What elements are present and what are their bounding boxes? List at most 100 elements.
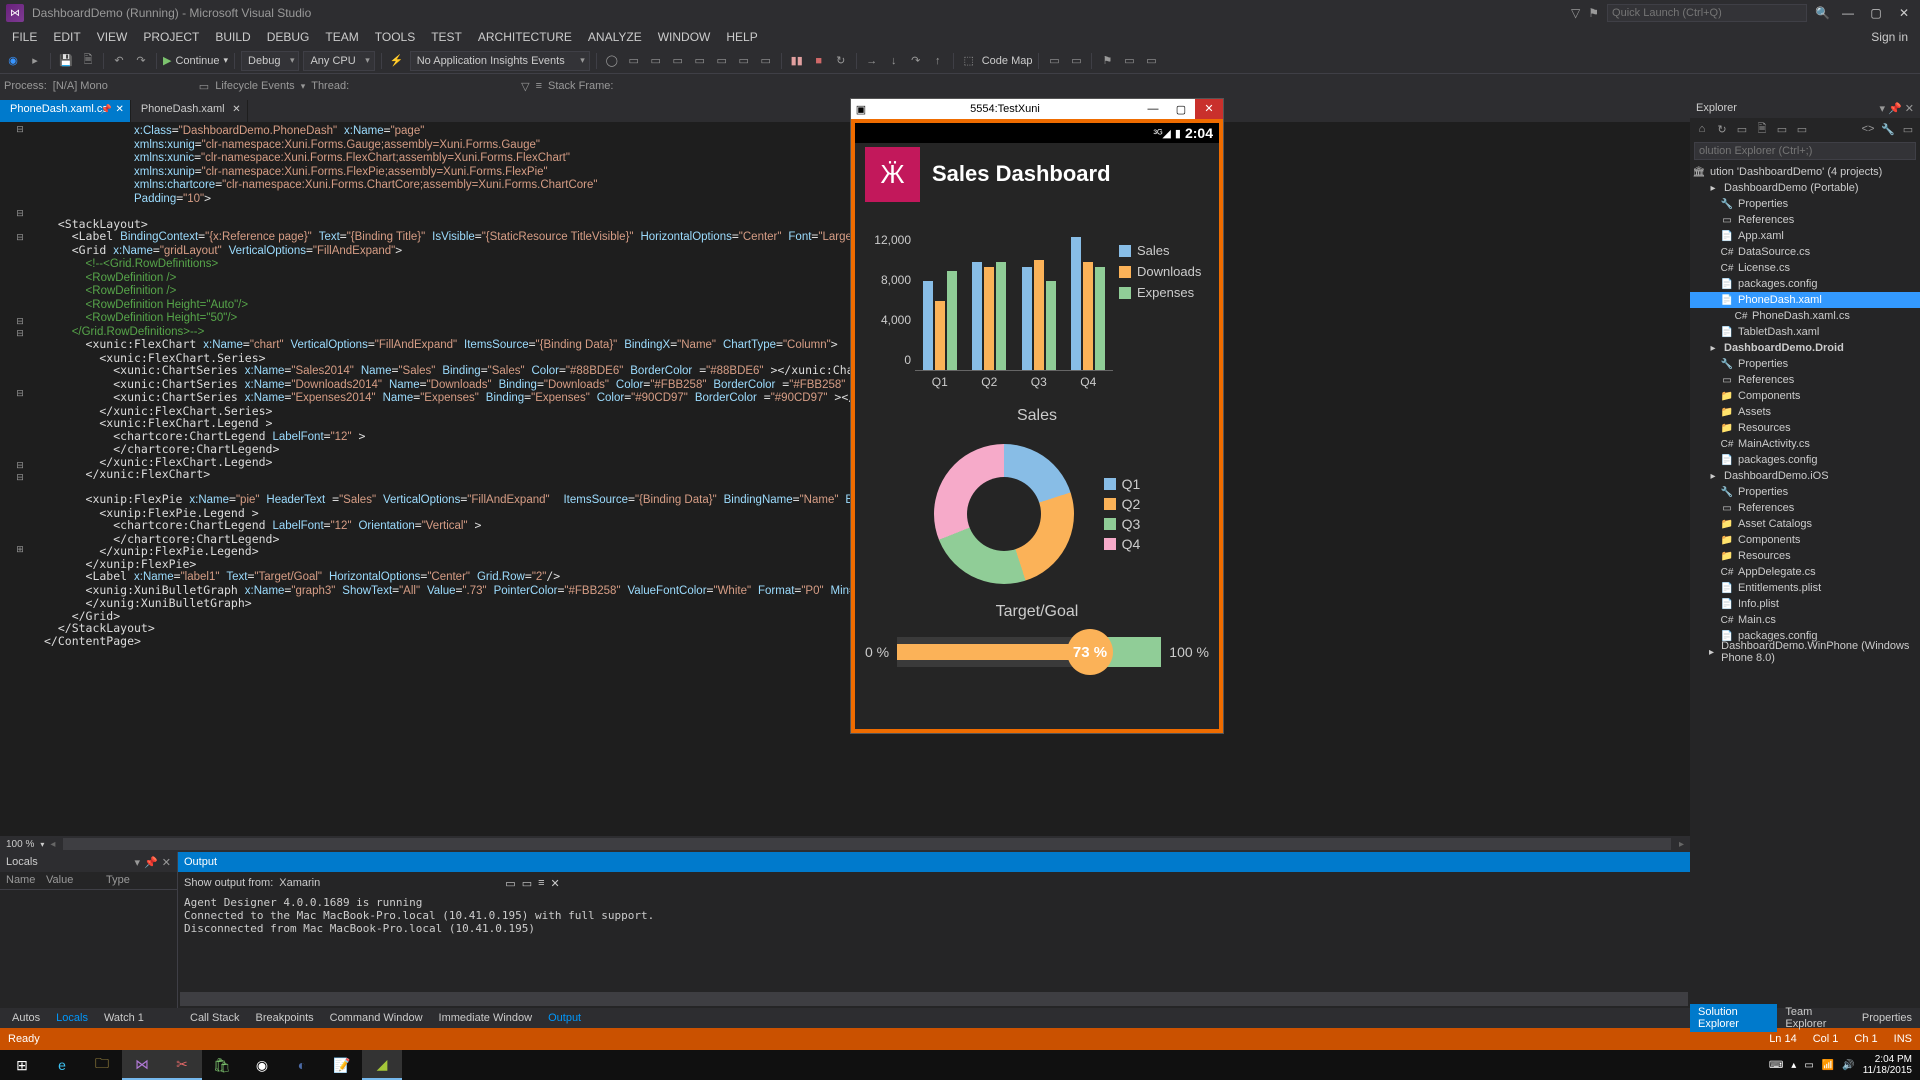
close-button[interactable]: ✕ xyxy=(1195,99,1223,119)
action-center-icon[interactable]: ▭ xyxy=(1804,1060,1813,1071)
emulator-titlebar[interactable]: ▣ 5554:TestXuni — ▢ ✕ xyxy=(851,99,1223,119)
output-text[interactable]: Agent Designer 4.0.0.1689 is running Con… xyxy=(178,894,1690,990)
save-all-icon[interactable]: 🗎 xyxy=(79,52,97,70)
tree-node[interactable]: 📄TabletDash.xaml xyxy=(1690,324,1920,340)
tool-icon[interactable]: ▭ xyxy=(1142,52,1160,70)
pin-icon[interactable]: 📌 xyxy=(101,104,112,115)
keyboard-icon[interactable]: ⌨ xyxy=(1769,1060,1783,1071)
codemap-icon[interactable]: ⬚ xyxy=(960,52,978,70)
tree-node[interactable]: 📄Info.plist xyxy=(1690,596,1920,612)
config-combo[interactable]: Debug xyxy=(241,51,299,71)
tree-node[interactable]: C#DataSource.cs xyxy=(1690,244,1920,260)
tree-node[interactable]: C#License.cs xyxy=(1690,260,1920,276)
tree-node[interactable]: 🔧Properties xyxy=(1690,196,1920,212)
maximize-button[interactable]: ▢ xyxy=(1866,6,1886,20)
tool-icon[interactable]: ▭ xyxy=(1045,52,1063,70)
pin-icon[interactable]: 📌 xyxy=(144,856,158,869)
tree-node[interactable]: 📄Entitlements.plist xyxy=(1690,580,1920,596)
tool-icon[interactable]: ▭ xyxy=(647,52,665,70)
start-button[interactable]: ⊞ xyxy=(2,1050,42,1080)
output-source-combo[interactable]: Xamarin xyxy=(279,877,499,889)
platform-combo[interactable]: Any CPU xyxy=(303,51,374,71)
step-out-icon[interactable]: ↑ xyxy=(929,52,947,70)
tool-icon[interactable]: ▭ xyxy=(1067,52,1085,70)
redo-icon[interactable]: ↷ xyxy=(132,52,150,70)
menu-team[interactable]: TEAM xyxy=(317,28,366,46)
tab-properties[interactable]: Properties xyxy=(1854,1010,1920,1026)
tree-node[interactable]: C#PhoneDash.xaml.cs xyxy=(1690,308,1920,324)
eclipse-icon[interactable]: ◐ xyxy=(282,1050,322,1080)
hscroll[interactable] xyxy=(180,992,1688,1006)
stop-icon[interactable]: ■ xyxy=(810,52,828,70)
dropdown-icon[interactable]: ▾ xyxy=(1880,102,1886,115)
close-icon[interactable]: ✕ xyxy=(162,856,171,869)
tree-node[interactable]: 🔧Properties xyxy=(1690,484,1920,500)
hscroll[interactable] xyxy=(63,838,1671,850)
menu-project[interactable]: PROJECT xyxy=(135,28,207,46)
tool-icon[interactable]: ⚑ xyxy=(1098,52,1116,70)
se-search-input[interactable] xyxy=(1694,142,1916,160)
tool-icon[interactable]: ◯ xyxy=(603,52,621,70)
tool-icon[interactable]: ▭ xyxy=(505,877,515,890)
zoom-value[interactable]: 100 % xyxy=(6,839,34,850)
step-into-icon[interactable]: ↓ xyxy=(885,52,903,70)
network-icon[interactable]: 📶 xyxy=(1822,1060,1834,1071)
tool-icon[interactable]: ▭ xyxy=(1774,123,1790,136)
stack-icon[interactable]: ≡ xyxy=(536,80,542,92)
pin-icon[interactable]: 📌 xyxy=(1888,102,1902,115)
home-icon[interactable]: ⌂ xyxy=(1694,123,1710,135)
tray-up-icon[interactable]: ▴ xyxy=(1791,1060,1796,1071)
dropdown-icon[interactable]: ▾ xyxy=(135,856,141,869)
minimize-button[interactable]: — xyxy=(1838,6,1858,20)
tree-node[interactable]: ▭References xyxy=(1690,500,1920,516)
tool-icon[interactable]: ▭ xyxy=(522,877,532,890)
tool-icon[interactable]: ▭ xyxy=(757,52,775,70)
flag-icon[interactable]: ⚑ xyxy=(1588,6,1599,20)
pause-icon[interactable]: ▮▮ xyxy=(788,52,806,70)
lifecycle-icon[interactable]: ▭ xyxy=(199,80,209,93)
clear-icon[interactable]: ✕ xyxy=(551,877,560,890)
nav-fwd-icon[interactable]: ▸ xyxy=(26,52,44,70)
undo-icon[interactable]: ↶ xyxy=(110,52,128,70)
tree-node[interactable]: ▸DashboardDemo.WinPhone (Windows Phone 8… xyxy=(1690,644,1920,660)
notify-icon[interactable]: ▽ xyxy=(1571,6,1580,20)
tree-node[interactable]: 📁Components xyxy=(1690,388,1920,404)
insights-icon[interactable]: ⚡ xyxy=(388,52,406,70)
codemap-button[interactable]: Code Map xyxy=(982,55,1033,67)
notepad-icon[interactable]: 📝 xyxy=(322,1050,362,1080)
menu-test[interactable]: TEST xyxy=(423,28,470,46)
menu-view[interactable]: VIEW xyxy=(89,28,136,46)
nav-back-icon[interactable]: ◉ xyxy=(4,52,22,70)
restart-icon[interactable]: ↻ xyxy=(832,52,850,70)
tree-node[interactable]: 📁Resources xyxy=(1690,548,1920,564)
tool-icon[interactable]: ▭ xyxy=(625,52,643,70)
close-button[interactable]: ✕ xyxy=(1894,6,1914,20)
tool-icon[interactable]: ▭ xyxy=(713,52,731,70)
tool-icon[interactable]: 🔧 xyxy=(1880,123,1896,136)
tab-output[interactable]: Output xyxy=(540,1010,589,1026)
tree-node[interactable]: 📄packages.config xyxy=(1690,452,1920,468)
tab-locals[interactable]: Locals xyxy=(48,1010,96,1026)
menu-window[interactable]: WINDOW xyxy=(650,28,719,46)
process-combo[interactable]: [N/A] Mono xyxy=(53,80,193,92)
close-icon[interactable]: ✕ xyxy=(1905,102,1914,115)
tab-phonedash-xaml[interactable]: PhoneDash.xaml✕ xyxy=(131,100,248,122)
tool-icon[interactable]: <> xyxy=(1860,123,1876,135)
tree-node[interactable]: ▸DashboardDemo (Portable) xyxy=(1690,180,1920,196)
tree-node[interactable]: 📄PhoneDash.xaml xyxy=(1690,292,1920,308)
menu-edit[interactable]: EDIT xyxy=(45,28,88,46)
menu-tools[interactable]: TOOLS xyxy=(367,28,423,46)
tree-node[interactable]: 📁Assets xyxy=(1690,404,1920,420)
tool-icon[interactable]: ▭ xyxy=(669,52,687,70)
tree-node[interactable]: 📄packages.config xyxy=(1690,276,1920,292)
tool-icon[interactable]: ▭ xyxy=(1734,123,1750,136)
close-icon[interactable]: ✕ xyxy=(115,104,123,115)
menu-build[interactable]: BUILD xyxy=(207,28,258,46)
tree-node[interactable]: C#AppDelegate.cs xyxy=(1690,564,1920,580)
tab-watch1[interactable]: Watch 1 xyxy=(96,1010,152,1026)
close-icon[interactable]: ✕ xyxy=(232,104,240,115)
tree-node[interactable]: C#MainActivity.cs xyxy=(1690,436,1920,452)
tool-icon[interactable]: ≡ xyxy=(538,877,544,889)
tree-node[interactable]: C#Main.cs xyxy=(1690,612,1920,628)
emulator-window[interactable]: ▣ 5554:TestXuni — ▢ ✕ ³ᴳ◢ ▮ 2:04 Ӝ Sales… xyxy=(850,98,1224,734)
